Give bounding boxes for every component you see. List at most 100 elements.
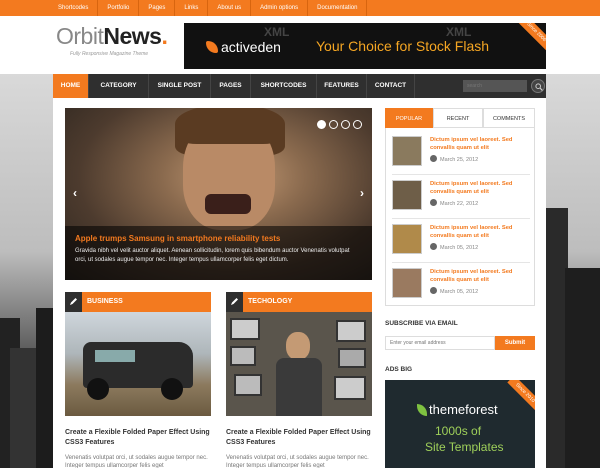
category-box-technology: TECHOLOGY Create a Flexible Folded Paper… xyxy=(226,292,372,468)
list-item[interactable]: Dictum ipsum vel laoreet. Sed convallis … xyxy=(392,134,532,172)
list-item[interactable]: Dictum ipsum vel laoreet. Sed convallis … xyxy=(392,266,532,304)
logo-light-text: Orbit xyxy=(56,23,104,49)
post-thumbnail[interactable] xyxy=(392,136,422,166)
post-date: March 22, 2012 xyxy=(430,199,478,207)
nav-item-shortcodes[interactable]: SHORTCODES xyxy=(251,74,317,98)
post-title[interactable]: Dictum ipsum vel laoreet. Sed convallis … xyxy=(430,268,532,284)
pencil-icon xyxy=(226,292,243,312)
topbar-link-about[interactable]: About us xyxy=(208,0,252,16)
category-post-title[interactable]: Create a Flexible Folded Paper Effect Us… xyxy=(65,428,211,448)
divider xyxy=(392,218,530,219)
main-content: ‹ › Apple trumps Samsung in smartphone r… xyxy=(53,98,546,468)
post-date: March 05, 2012 xyxy=(430,287,478,295)
search-icon xyxy=(535,83,543,91)
category-post-title[interactable]: Create a Flexible Folded Paper Effect Us… xyxy=(226,428,372,448)
post-thumbnail[interactable] xyxy=(392,224,422,254)
divider xyxy=(392,262,530,263)
sidebar-ad-banner[interactable]: themeforest 1000s of Site Templates Sinc… xyxy=(385,380,535,468)
category-image-truck[interactable] xyxy=(65,312,211,416)
ad-line-1: 1000s of xyxy=(435,424,482,438)
email-field[interactable] xyxy=(385,336,495,350)
category-post-excerpt: Venenatis volutpat orci, ut sodales augu… xyxy=(65,455,208,468)
nav-item-single-post[interactable]: SINGLE POST xyxy=(149,74,211,98)
topbar-link-portfolio[interactable]: Portfolio xyxy=(98,0,140,16)
nav-item-pages[interactable]: PAGES xyxy=(211,74,251,98)
post-title[interactable]: Dictum ipsum vel laoreet. Sed convallis … xyxy=(430,136,532,152)
nav-item-features[interactable]: FEATURES xyxy=(317,74,367,98)
pencil-icon xyxy=(65,292,82,312)
post-title[interactable]: Dictum ipsum vel laoreet. Sed convallis … xyxy=(430,224,532,240)
search-input[interactable] xyxy=(463,80,527,92)
slider-title[interactable]: Apple trumps Samsung in smartphone relia… xyxy=(75,234,362,243)
ad-line-2: Site Templates xyxy=(425,440,504,454)
sidebar-tabs: POPULAR RECENT COMMENTS xyxy=(385,108,535,128)
topbar-link-pages[interactable]: Pages xyxy=(139,0,176,16)
category-heading[interactable]: BUSINESS xyxy=(65,292,211,312)
tab-comments[interactable]: COMMENTS xyxy=(483,108,535,128)
site-tagline: Fully Responsive Magazine Theme xyxy=(70,51,149,57)
category-post-excerpt: Venenatis volutpat orci, ut sodales augu… xyxy=(226,455,369,468)
post-date-text: March 05, 2012 xyxy=(440,289,479,295)
slider-image-mouth xyxy=(205,194,251,214)
category-box-business: BUSINESS Create a Flexible Folded Paper … xyxy=(65,292,211,468)
post-thumbnail[interactable] xyxy=(392,180,422,210)
activeden-logo: activeden xyxy=(206,39,281,55)
nav-item-home[interactable]: HOME xyxy=(53,74,89,98)
clock-icon xyxy=(430,287,437,294)
nav-item-contact[interactable]: CONTACT xyxy=(367,74,415,98)
slider-dot-3[interactable] xyxy=(341,120,350,129)
activeden-logo-icon xyxy=(206,41,218,53)
banner-text: Your Choice for Stock Flash xyxy=(316,38,490,54)
clock-icon xyxy=(430,155,437,162)
search-button[interactable] xyxy=(531,79,545,93)
popular-posts-list: Dictum ipsum vel laoreet. Sed convallis … xyxy=(385,128,535,306)
header-ad-banner[interactable]: XML XML activeden Your Choice for Stock … xyxy=(184,23,546,69)
post-date: March 25, 2012 xyxy=(430,155,478,163)
ad-brand: themeforest xyxy=(429,402,498,417)
topbar-link-shortcodes[interactable]: Shortcodes xyxy=(0,0,99,16)
post-date-text: March 05, 2012 xyxy=(440,245,479,251)
slider-pagination xyxy=(314,116,362,134)
banner-corner-ribbon: Since 2006 xyxy=(517,23,546,51)
banner-brand: activeden xyxy=(221,39,281,55)
topbar-link-documentation[interactable]: Documentation xyxy=(308,0,368,16)
tab-popular[interactable]: POPULAR xyxy=(385,108,433,128)
banner-xml-text: XML xyxy=(264,25,290,39)
site-header: OrbitNews. Fully Responsive Magazine The… xyxy=(0,16,600,74)
clock-icon xyxy=(430,199,437,206)
post-thumbnail[interactable] xyxy=(392,268,422,298)
post-date: March 05, 2012 xyxy=(430,243,478,251)
submit-button[interactable]: Submit xyxy=(495,336,535,350)
topbar-link-admin-options[interactable]: Admin options xyxy=(251,0,309,16)
list-item[interactable]: Dictum ipsum vel laoreet. Sed convallis … xyxy=(392,222,532,260)
logo-bold-text: News xyxy=(103,23,162,49)
slider-caption: Apple trumps Samsung in smartphone relia… xyxy=(65,226,372,280)
post-date-text: March 25, 2012 xyxy=(440,157,479,163)
category-heading[interactable]: TECHOLOGY xyxy=(226,292,372,312)
logo-dot: . xyxy=(161,23,168,49)
slider-next-arrow[interactable]: › xyxy=(360,186,364,200)
tab-recent[interactable]: RECENT xyxy=(433,108,483,128)
list-item[interactable]: Dictum ipsum vel laoreet. Sed convallis … xyxy=(392,178,532,216)
top-menu-bar: Shortcodes Portfolio Pages Links About u… xyxy=(0,0,600,16)
site-logo[interactable]: OrbitNews. xyxy=(56,23,168,50)
topbar-link-links[interactable]: Links xyxy=(175,0,209,16)
slider-dot-2[interactable] xyxy=(329,120,338,129)
themeforest-logo-icon xyxy=(417,404,427,416)
slider-dot-1[interactable] xyxy=(317,120,326,129)
clock-icon xyxy=(430,243,437,250)
nav-item-category[interactable]: CATEGORY xyxy=(89,74,149,98)
ad-corner-ribbon: Since 2010 xyxy=(507,380,535,411)
slider-prev-arrow[interactable]: ‹ xyxy=(73,186,77,200)
category-image-tvs[interactable] xyxy=(226,312,372,416)
ads-heading: ADS BIG xyxy=(385,366,413,373)
slider-text: Gravida nibh vel velit auctor aliquet. A… xyxy=(75,248,350,263)
banner-xml-text: XML xyxy=(446,25,472,39)
slider-dot-4[interactable] xyxy=(353,120,362,129)
post-date-text: March 22, 2012 xyxy=(440,201,479,207)
post-title[interactable]: Dictum ipsum vel laoreet. Sed convallis … xyxy=(430,180,532,196)
featured-slider[interactable]: ‹ › Apple trumps Samsung in smartphone r… xyxy=(65,108,372,280)
category-heading-label: BUSINESS xyxy=(87,298,123,305)
divider xyxy=(392,174,530,175)
slider-image-helmet-top xyxy=(175,108,285,144)
